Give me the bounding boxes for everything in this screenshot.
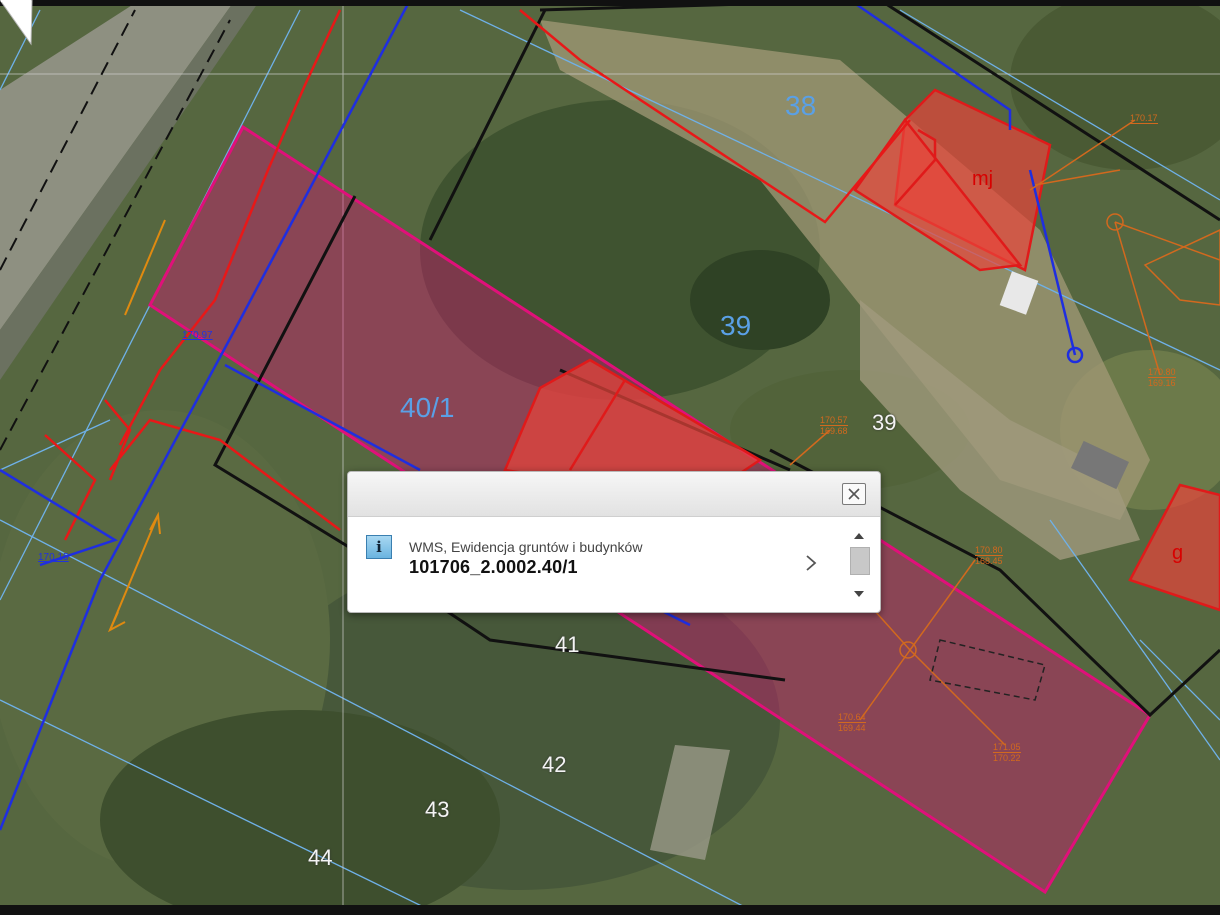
info-icon: i	[366, 535, 392, 559]
arrow-down-icon[interactable]	[854, 591, 864, 597]
layer-name: WMS, Ewidencja gruntów i budynków	[409, 539, 643, 555]
next-result-button[interactable]	[802, 552, 820, 574]
close-icon	[848, 488, 860, 500]
chevron-right-icon	[806, 555, 817, 571]
popup-header	[348, 472, 880, 517]
arrow-up-icon[interactable]	[854, 533, 864, 539]
feature-id: 101706_2.0002.40/1	[409, 557, 578, 577]
popup-scrollbar[interactable]	[848, 529, 870, 604]
aerial-map-layers	[0, 0, 1220, 915]
popup-close-button[interactable]	[842, 483, 866, 505]
popup-body: i WMS, Ewidencja gruntów i budynków 1017…	[348, 517, 880, 612]
identify-popup[interactable]: i WMS, Ewidencja gruntów i budynków 1017…	[347, 471, 881, 613]
popup-pointer	[0, 0, 33, 46]
map-view[interactable]: 38 39 40/1 39 41 42 43 44 mj g 170.57 169…	[0, 0, 1220, 915]
scrollbar-thumb[interactable]	[850, 547, 870, 575]
